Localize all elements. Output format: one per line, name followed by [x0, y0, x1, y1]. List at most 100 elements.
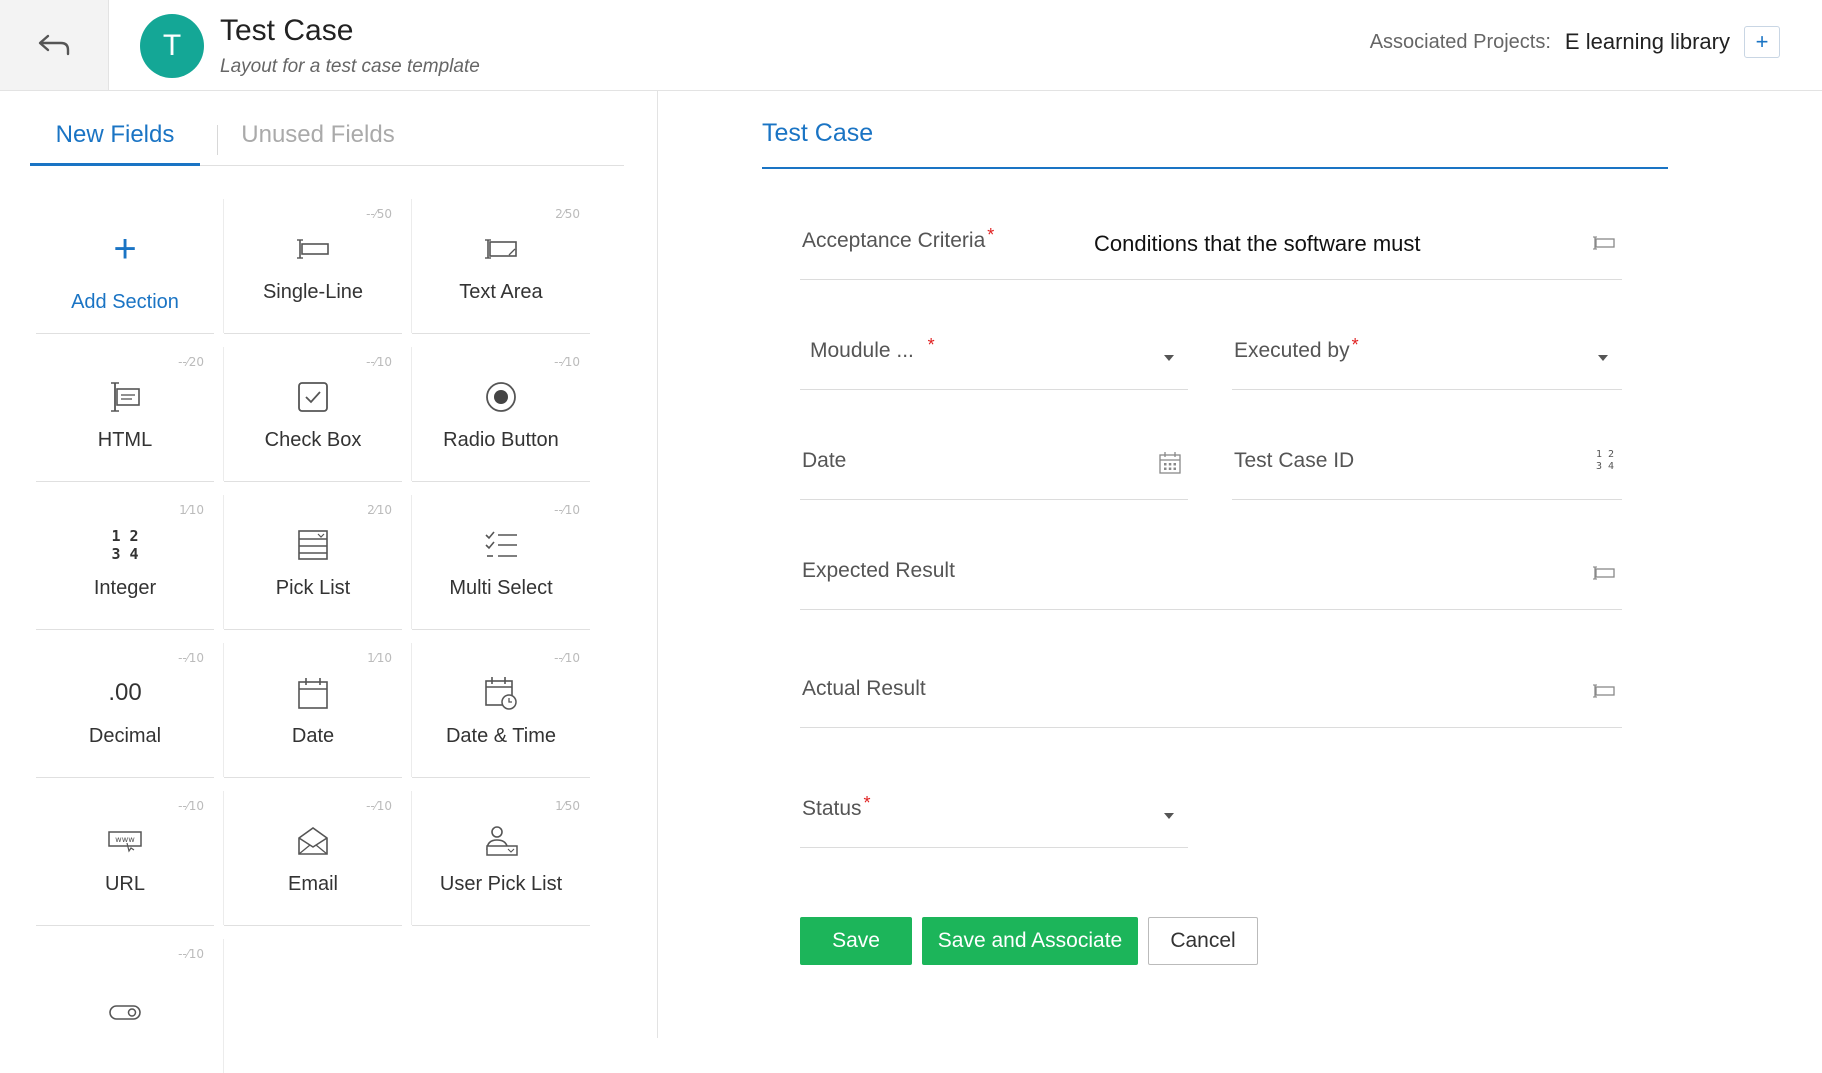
field-label: Date: [291, 725, 335, 747]
field-tile-text-area[interactable]: 2⁄50 Text Area: [412, 199, 590, 334]
field-tile-pick-list[interactable]: 2⁄10 Pick List: [224, 495, 412, 630]
field-count: --⁄10: [366, 355, 392, 369]
date-field[interactable]: Date: [800, 441, 1188, 500]
module-field[interactable]: Moudule ... *: [800, 331, 1188, 390]
expected-result-field[interactable]: Expected Result: [800, 551, 1622, 610]
associated-project-name[interactable]: E learning library: [1565, 29, 1730, 55]
field-label: Status *: [802, 793, 871, 820]
field-tile-html[interactable]: --⁄20 HTML: [36, 347, 224, 482]
acceptance-criteria-value: Conditions that the software must: [1094, 231, 1421, 256]
html-icon: [36, 375, 214, 419]
field-count: --⁄10: [178, 651, 204, 665]
field-tile-single-line[interactable]: --⁄50 Single-Line: [224, 199, 412, 334]
field-count: --⁄50: [366, 207, 392, 221]
field-count: --⁄20: [178, 355, 204, 369]
field-count: --⁄10: [554, 651, 580, 665]
cancel-button[interactable]: Cancel: [1148, 917, 1258, 965]
integer-icon: 1 23 4: [1596, 449, 1614, 473]
email-icon: [224, 819, 402, 863]
back-button[interactable]: [0, 0, 109, 90]
radio-icon: [412, 375, 590, 419]
field-tile-date[interactable]: 1⁄10 Date: [224, 643, 412, 778]
text-area-icon: [412, 227, 590, 271]
field-label: Date: [802, 449, 847, 472]
chevron-down-icon: [1164, 813, 1174, 819]
required-marker: *: [987, 225, 995, 245]
user-picklist-icon: [412, 819, 590, 863]
decimal-glyph: .00: [108, 679, 142, 706]
test-case-id-field[interactable]: Test Case ID 1 23 4: [1232, 441, 1622, 500]
field-tile-email[interactable]: --⁄10 Email: [224, 791, 412, 926]
field-label: Actual Result: [802, 677, 926, 700]
field-count: --⁄10: [554, 503, 580, 517]
text-area-icon: [1592, 683, 1616, 704]
form-title-underline: [762, 167, 1668, 169]
field-count: 2⁄10: [367, 503, 392, 517]
field-label: Expected Result: [802, 559, 955, 582]
integer-glyph-bottom: 3 4: [111, 545, 139, 563]
toggle-icon: [36, 991, 214, 1035]
tab-new-fields[interactable]: New Fields: [30, 121, 200, 166]
layout-form: Test Case Acceptance Criteria * Condition…: [658, 91, 1822, 1038]
calendar-icon: [1158, 451, 1182, 480]
datetime-icon: [412, 671, 590, 715]
field-count: 1⁄10: [367, 651, 392, 665]
field-tile-radio-button[interactable]: --⁄10 Radio Button: [412, 347, 590, 482]
field-label: Integer: [93, 577, 157, 599]
form-section-title[interactable]: Test Case: [762, 119, 873, 148]
field-tile-multi-select[interactable]: --⁄10 Multi Select: [412, 495, 590, 630]
field-tile-check-box[interactable]: --⁄10 Check Box: [224, 347, 412, 482]
required-marker: *: [927, 335, 935, 355]
executed-by-field[interactable]: Executed by *: [1232, 331, 1622, 390]
multi-select-icon: [412, 523, 590, 567]
field-count: 2⁄50: [555, 207, 580, 221]
field-label: Date & Time: [445, 725, 557, 747]
tab-unused-fields[interactable]: Unused Fields: [218, 121, 418, 163]
add-section-tile[interactable]: + Add Section: [36, 199, 224, 334]
avatar: T: [140, 14, 204, 78]
field-palette: New Fields Unused Fields + Add Section -…: [0, 91, 658, 1073]
text-area-icon: [1592, 565, 1616, 586]
id-glyph-bottom: 3 4: [1595, 461, 1614, 472]
text-area-icon: [1592, 235, 1616, 256]
status-field[interactable]: Status *: [800, 789, 1188, 848]
field-label: HTML: [97, 429, 153, 451]
field-tile-toggle[interactable]: --⁄10: [36, 939, 224, 1073]
page-title: Test Case: [220, 14, 354, 47]
field-count: --⁄10: [366, 799, 392, 813]
palette-tabs: New Fields Unused Fields: [30, 121, 624, 166]
save-and-associate-button[interactable]: Save and Associate: [922, 917, 1138, 965]
field-tile-integer[interactable]: 1⁄10 1 23 4 Integer: [36, 495, 224, 630]
actual-result-field[interactable]: Actual Result: [800, 669, 1622, 728]
page-subtitle: Layout for a test case template: [220, 56, 480, 77]
back-arrow-icon: [38, 34, 70, 56]
acceptance-criteria-field[interactable]: Acceptance Criteria * Conditions that the…: [800, 219, 1622, 280]
field-tile-date-time[interactable]: --⁄10 Date & Time: [412, 643, 590, 778]
field-label: Radio Button: [443, 429, 559, 451]
field-count: 1⁄50: [555, 799, 580, 813]
field-label: Single-Line: [262, 281, 364, 303]
field-tile-decimal[interactable]: --⁄10 .00 Decimal: [36, 643, 224, 778]
field-label: Text Area: [459, 281, 543, 303]
field-tile-user-pick-list[interactable]: 1⁄50 User Pick List: [412, 791, 590, 926]
integer-glyph-top: 1 2: [111, 527, 139, 545]
field-label: Executed by *: [1234, 335, 1359, 362]
field-label: Acceptance Criteria *: [802, 225, 995, 252]
save-button[interactable]: Save: [800, 917, 912, 965]
add-project-button[interactable]: +: [1744, 26, 1780, 58]
field-label: Email: [287, 873, 338, 895]
single-line-icon: [224, 227, 402, 271]
field-label: Pick List: [275, 577, 351, 599]
checkbox-icon: [224, 375, 402, 419]
integer-icon: 1 23 4: [36, 523, 214, 567]
field-label: Multi Select: [449, 577, 553, 599]
id-glyph-top: 1 2: [1595, 449, 1614, 460]
chevron-down-icon: [1164, 355, 1174, 361]
field-tile-url[interactable]: --⁄10 www URL: [36, 791, 224, 926]
picklist-icon: [224, 523, 402, 567]
field-count: --⁄10: [554, 355, 580, 369]
field-count: --⁄10: [178, 799, 204, 813]
required-marker: *: [1351, 335, 1359, 355]
field-label: User Pick List: [439, 873, 563, 895]
field-count: --⁄10: [178, 947, 204, 961]
